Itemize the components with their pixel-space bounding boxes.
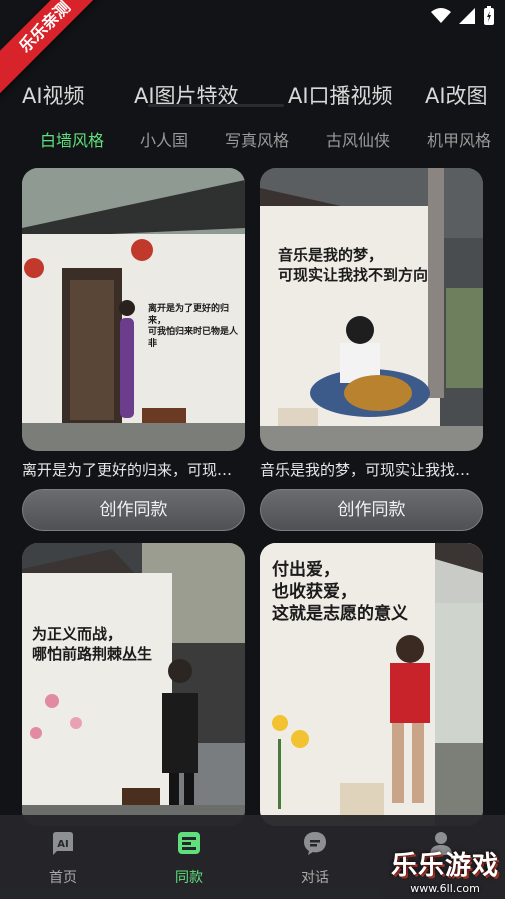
chat-icon xyxy=(304,832,326,855)
card-caption: 音乐是我的梦，可现实让我找不到方向 xyxy=(260,461,483,479)
watermark-logo: 乐乐游戏 www.6ll.com xyxy=(389,845,501,895)
card-thumbnail[interactable]: 音乐是我的梦， 可现实让我找不到方向 xyxy=(260,168,483,451)
subtab-ancient-fantasy[interactable]: 古风仙侠 xyxy=(326,127,390,151)
template-card[interactable]: 音乐是我的梦， 可现实让我找不到方向 音乐是我的梦，可现实让我找不到方向 创作同… xyxy=(260,168,483,531)
wifi-icon xyxy=(431,8,451,23)
watermark-url: www.6ll.com xyxy=(410,882,480,895)
tab-ai-edit-image[interactable]: AI改图 xyxy=(425,80,488,110)
subtab-tiny-people[interactable]: 小人国 xyxy=(140,127,188,151)
subtab-white-wall[interactable]: 白墙风格 xyxy=(40,127,104,151)
tab-ai-video[interactable]: AI视频 xyxy=(22,80,85,110)
create-same-button[interactable]: 创作同款 xyxy=(22,489,245,531)
nav-label: 同款 xyxy=(175,870,203,886)
ai-home-icon: AI xyxy=(53,832,73,855)
status-icons xyxy=(431,6,495,26)
template-card[interactable]: 付出爱， 也收获爱， 这就是志愿的意义 xyxy=(260,543,483,826)
wall-text: 离开是为了更好的归来， 可我怕归来时已物是人非 xyxy=(148,304,239,350)
wall-text: 音乐是我的梦， 可现实让我找不到方向 xyxy=(278,246,429,284)
wall-text: 为正义而战， 哪怕前路荆棘丛生 xyxy=(32,625,153,663)
card-thumbnail[interactable]: 付出爱， 也收获爱， 这就是志愿的意义 xyxy=(260,543,483,826)
tab-ai-talking-video[interactable]: AI口播视频 xyxy=(288,80,393,110)
status-bar: 乐乐亲测 xyxy=(0,0,505,98)
nav-templates[interactable]: 同款 xyxy=(159,829,219,887)
template-card[interactable]: 离开是为了更好的归来， 可我怕归来时已物是人非 离开是为了更好的归来，可现实生活… xyxy=(22,168,245,531)
nav-label: 首页 xyxy=(49,870,77,886)
nav-home[interactable]: AI 首页 xyxy=(33,829,93,887)
battery-icon xyxy=(484,6,494,25)
active-tab-indicator xyxy=(148,104,284,107)
card-caption: 离开是为了更好的归来，可现实生活常常事与愿违 xyxy=(22,461,245,479)
nav-chat[interactable]: 对话 xyxy=(285,829,345,887)
create-same-button[interactable]: 创作同款 xyxy=(260,489,483,531)
subtab-mecha[interactable]: 机甲风格 xyxy=(427,127,491,151)
subtab-portrait[interactable]: 写真风格 xyxy=(225,127,289,151)
watermark-text: 乐乐游戏 xyxy=(390,851,499,881)
template-icon xyxy=(178,832,200,854)
card-thumbnail[interactable]: 为正义而战， 哪怕前路荆棘丛生 xyxy=(22,543,245,826)
template-card[interactable]: 为正义而战， 哪怕前路荆棘丛生 xyxy=(22,543,245,826)
signal-icon xyxy=(459,8,475,24)
nav-label: 对话 xyxy=(301,870,329,886)
wall-text: 付出爱， 也收获爱， 这就是志愿的意义 xyxy=(272,560,408,625)
svg-text:AI: AI xyxy=(57,839,68,850)
card-thumbnail[interactable]: 离开是为了更好的归来， 可我怕归来时已物是人非 xyxy=(22,168,245,451)
